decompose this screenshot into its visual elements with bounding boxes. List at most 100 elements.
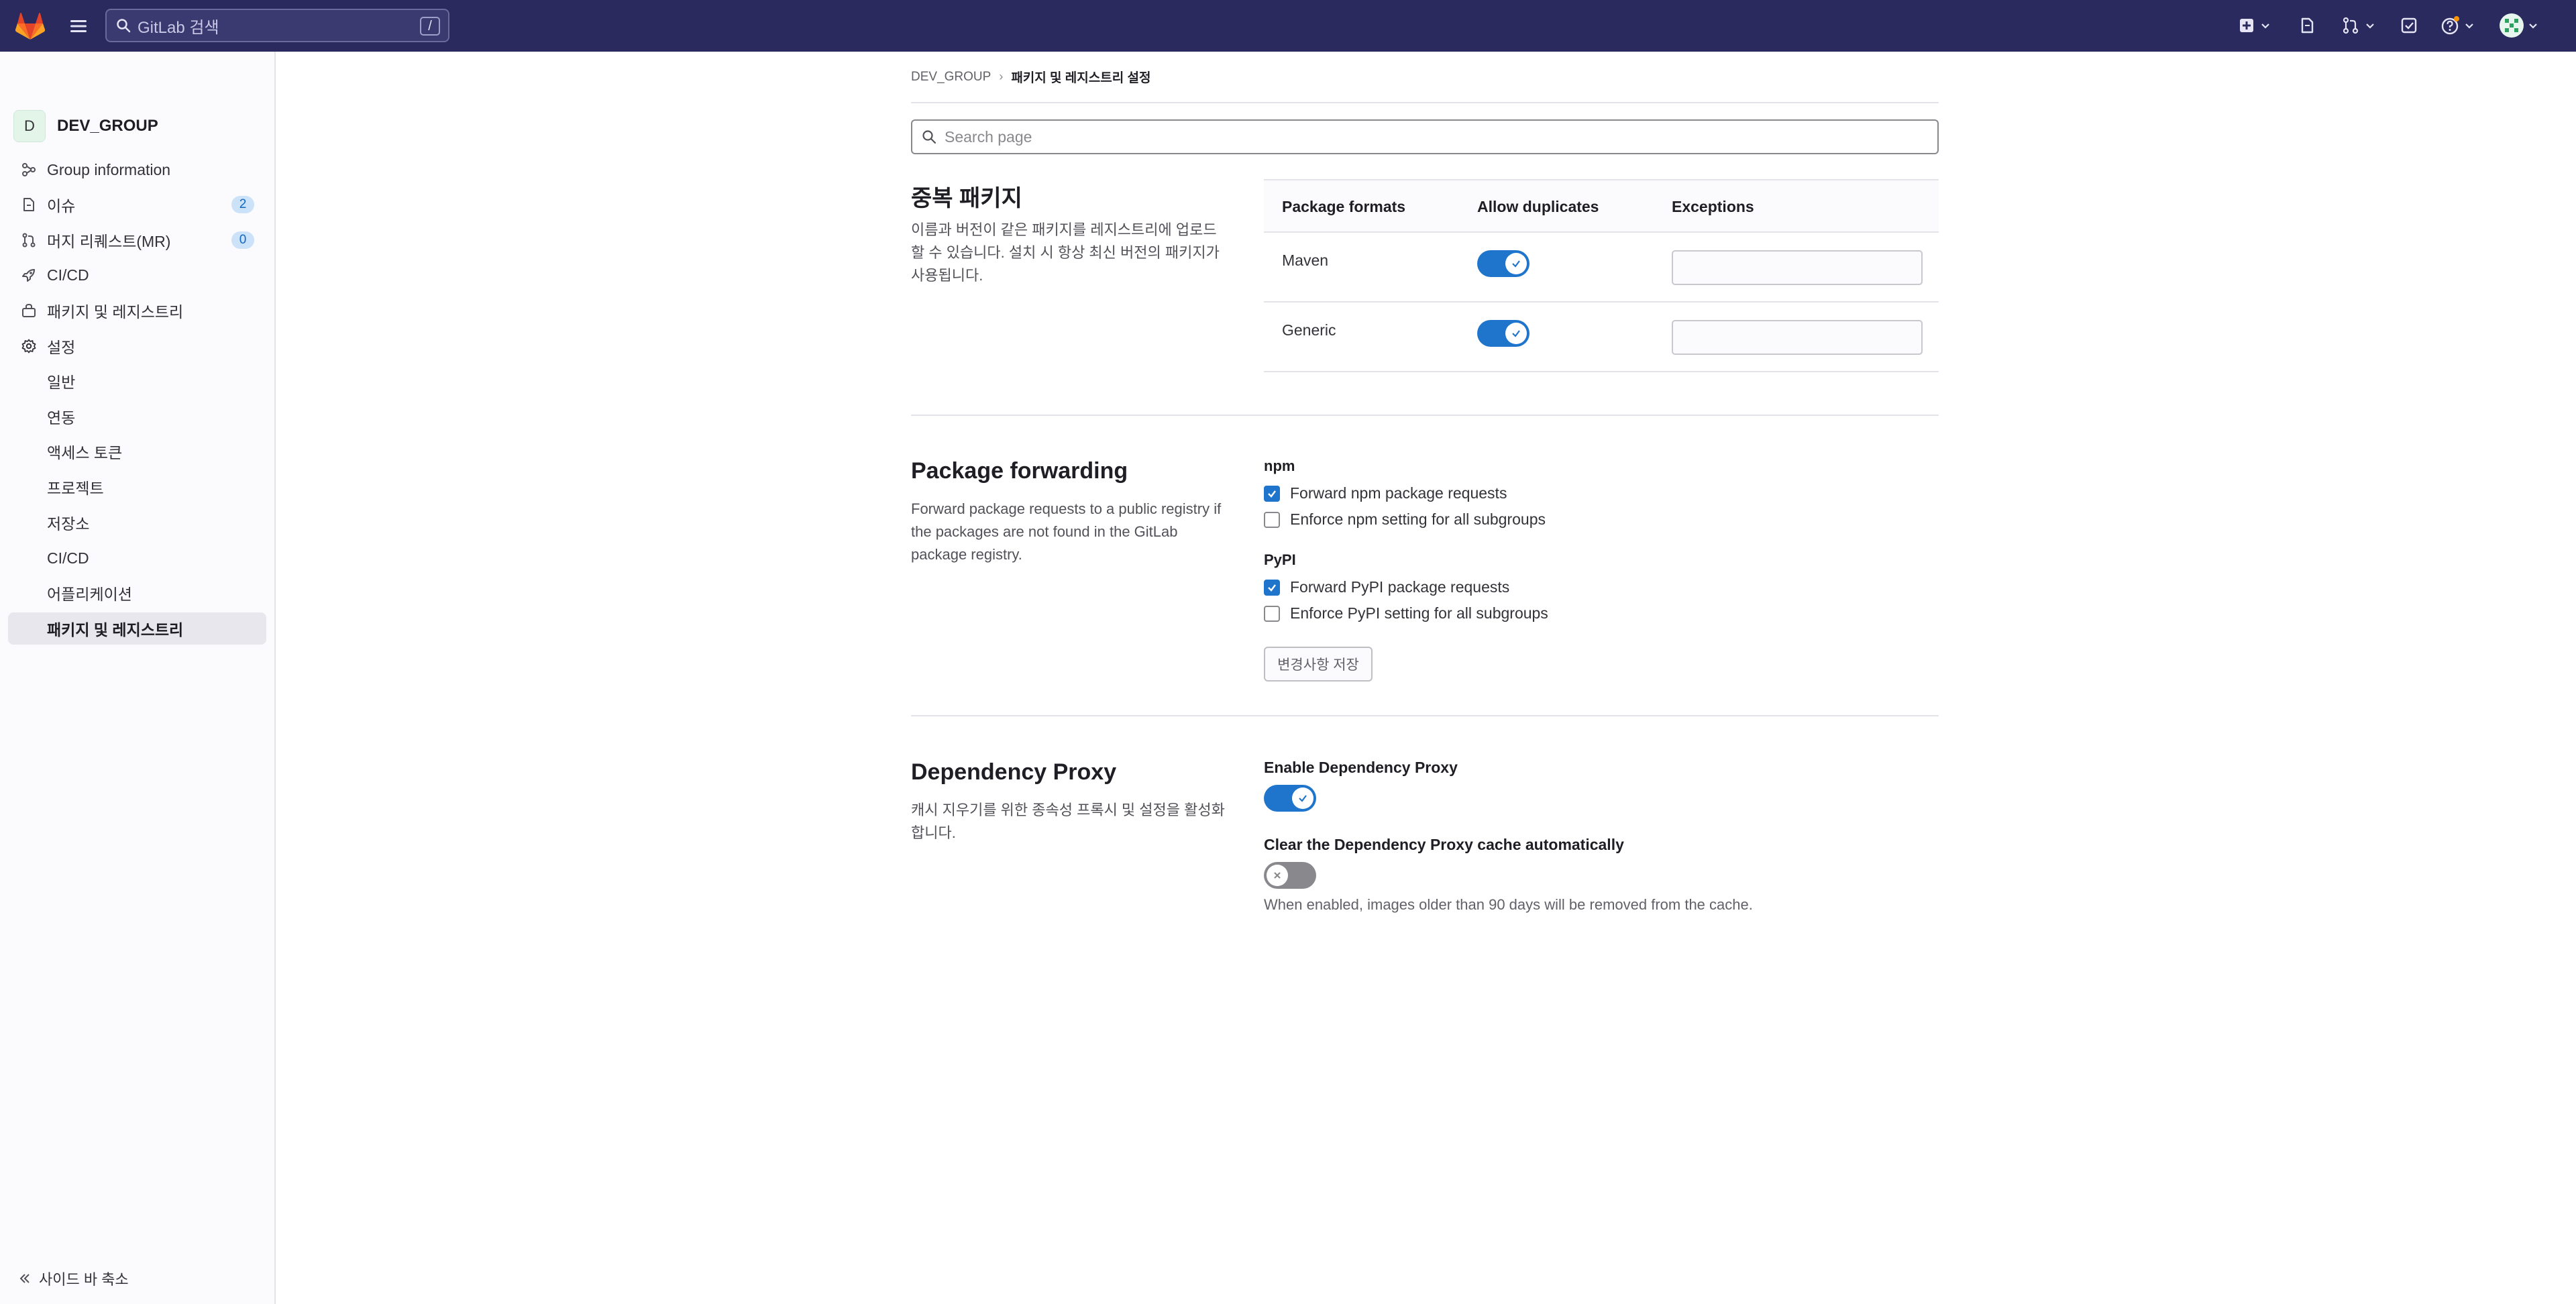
sidebar-item-issues[interactable]: 이슈 2 — [8, 188, 266, 221]
clear-cache-help-text: When enabled, images older than 90 days … — [1264, 896, 1753, 913]
sidebar-item-packages[interactable]: 패키지 및 레지스트리 — [8, 294, 266, 327]
page-search-input[interactable]: Search page — [911, 119, 1939, 154]
gitlab-logo-icon[interactable] — [15, 11, 46, 41]
help-icon — [2441, 16, 2459, 35]
checkbox-label: Forward npm package requests — [1290, 484, 1507, 502]
double-chevron-left-icon — [19, 1274, 30, 1283]
sidebar-item-label: 프로젝트 — [47, 480, 104, 497]
collapse-sidebar-button[interactable]: 사이드 바 축소 — [17, 1268, 129, 1289]
check-icon — [1292, 787, 1313, 809]
search-shortcut-hint: / — [420, 17, 440, 36]
sidebar-toggle-button[interactable] — [67, 15, 90, 38]
section-title-duplicates: 중복 패키지 — [911, 186, 1022, 211]
forward-npm-option[interactable]: Forward npm package requests — [1264, 484, 1507, 502]
column-header: Exceptions — [1672, 198, 1754, 215]
forward-pypi-option[interactable]: Forward PyPI package requests — [1264, 578, 1509, 596]
clear-cache-label: Clear the Dependency Proxy cache automat… — [1264, 836, 1624, 853]
enable-dependency-proxy-label: Enable Dependency Proxy — [1264, 759, 1458, 776]
allow-duplicates-toggle-maven[interactable] — [1477, 250, 1529, 277]
sidebar-item-label: 액세스 토큰 — [47, 444, 123, 461]
search-placeholder: GitLab 검색 — [138, 18, 219, 37]
column-header: Package formats — [1282, 198, 1406, 215]
package-format: Generic — [1282, 321, 1336, 339]
help-button[interactable] — [2440, 12, 2475, 39]
sidebar-subitem-general[interactable]: 일반 — [8, 365, 266, 397]
sidebar-item-label: CI/CD — [47, 549, 89, 567]
chevron-down-icon — [2366, 23, 2374, 29]
exceptions-input-maven[interactable] — [1672, 250, 1923, 285]
sidebar-item-group-information[interactable]: Group information — [8, 154, 266, 186]
checkbox-label: Enforce npm setting for all subgroups — [1290, 510, 1546, 528]
group-avatar: D — [13, 110, 46, 142]
sidebar-subitem-integrations[interactable]: 연동 — [8, 400, 266, 433]
global-search-input[interactable]: GitLab 검색 / — [105, 9, 449, 42]
sidebar-item-merge-requests[interactable]: 머지 리퀘스트(MR) 0 — [8, 224, 266, 256]
user-menu-button[interactable] — [2499, 12, 2539, 39]
forward-npm-checkbox[interactable] — [1264, 485, 1280, 502]
exceptions-input-generic[interactable] — [1672, 320, 1923, 355]
check-icon — [1268, 584, 1276, 592]
package-format: Maven — [1282, 252, 1329, 269]
sidebar-item-label: Group information — [47, 160, 171, 178]
pypi-group-label: PyPI — [1264, 551, 1296, 568]
enforce-npm-checkbox[interactable] — [1264, 511, 1280, 528]
sidebar-item-label: 설정 — [47, 339, 76, 356]
sidebar-item-label: 어플리케이션 — [47, 586, 132, 603]
avatar — [2500, 13, 2524, 38]
duplicates-table: Package formats Allow duplicates Excepti… — [1264, 179, 1939, 372]
enforce-npm-option[interactable]: Enforce npm setting for all subgroups — [1264, 510, 1546, 529]
forward-pypi-checkbox[interactable] — [1264, 579, 1280, 596]
npm-group-label: npm — [1264, 457, 1295, 474]
clear-cache-toggle[interactable] — [1264, 862, 1316, 889]
sidebar-subitem-projects[interactable]: 프로젝트 — [8, 471, 266, 503]
sidebar-item-label: 패키지 및 레지스트리 — [47, 621, 184, 639]
sidebar-subitem-access-tokens[interactable]: 액세스 토큰 — [8, 435, 266, 468]
count-badge: 2 — [231, 196, 254, 213]
sidebar-item-label: 연동 — [47, 409, 76, 427]
section-title-dependency-proxy: Dependency Proxy — [911, 759, 1117, 785]
todos-button[interactable] — [2400, 12, 2418, 39]
search-icon — [117, 19, 131, 33]
sidebar-subitem-applications[interactable]: 어플리케이션 — [8, 577, 266, 609]
sidebar-subitem-packages-registries[interactable]: 패키지 및 레지스트리 — [8, 612, 266, 645]
sidebar-subitem-cicd[interactable]: CI/CD — [8, 542, 266, 574]
sidebar-subitem-repository[interactable]: 저장소 — [8, 506, 266, 539]
chevron-down-icon — [2529, 23, 2537, 29]
gear-icon — [20, 337, 38, 355]
chevron-down-icon — [2465, 23, 2473, 29]
count-badge: 0 — [231, 231, 254, 249]
issues-button[interactable] — [2298, 12, 2316, 39]
enforce-pypi-checkbox[interactable] — [1264, 605, 1280, 622]
enforce-pypi-option[interactable]: Enforce PyPI setting for all subgroups — [1264, 604, 1548, 622]
allow-duplicates-toggle-generic[interactable] — [1477, 320, 1529, 347]
section-title-forwarding: Package forwarding — [911, 458, 1128, 484]
check-icon — [1505, 323, 1527, 344]
merge-request-icon — [20, 231, 38, 249]
check-icon — [1268, 490, 1276, 498]
issues-icon — [20, 196, 38, 213]
sidebar-item-settings[interactable]: 설정 — [8, 330, 266, 362]
breadcrumb-group-link[interactable]: DEV_GROUP — [911, 70, 991, 85]
divider — [911, 415, 1939, 416]
section-description-duplicates: 이름과 버전이 같은 패키지를 레지스트리에 업로드할 수 있습니다. 설치 시… — [911, 221, 1220, 284]
table-header: Package formats Allow duplicates Excepti… — [1264, 179, 1939, 233]
sidebar-item-cicd[interactable]: CI/CD — [8, 259, 266, 291]
package-icon — [20, 302, 38, 319]
todo-checkbox-icon — [2401, 17, 2417, 34]
group-header[interactable]: D DEV_GROUP — [13, 110, 158, 142]
sidebar-item-label: 일반 — [47, 374, 76, 391]
top-bar: GitLab 검색 / — [0, 0, 2576, 52]
checkbox-label: Enforce PyPI setting for all subgroups — [1290, 604, 1548, 622]
chevron-down-icon — [2261, 23, 2269, 29]
breadcrumb: DEV_GROUP › 패키지 및 레지스트리 설정 — [911, 68, 1150, 86]
enable-dependency-proxy-toggle[interactable] — [1264, 785, 1316, 812]
plus-square-icon — [2240, 19, 2253, 32]
create-new-button[interactable] — [2238, 12, 2271, 39]
merge-requests-button[interactable] — [2341, 12, 2376, 39]
section-description-forwarding: Forward package requests to a public reg… — [911, 500, 1222, 563]
issues-icon — [2301, 17, 2314, 34]
check-icon — [1505, 253, 1527, 274]
sidebar-item-label: 이슈 — [47, 197, 76, 215]
collapse-sidebar-label: 사이드 바 축소 — [39, 1271, 129, 1288]
save-changes-button[interactable]: 변경사항 저장 — [1264, 647, 1373, 682]
